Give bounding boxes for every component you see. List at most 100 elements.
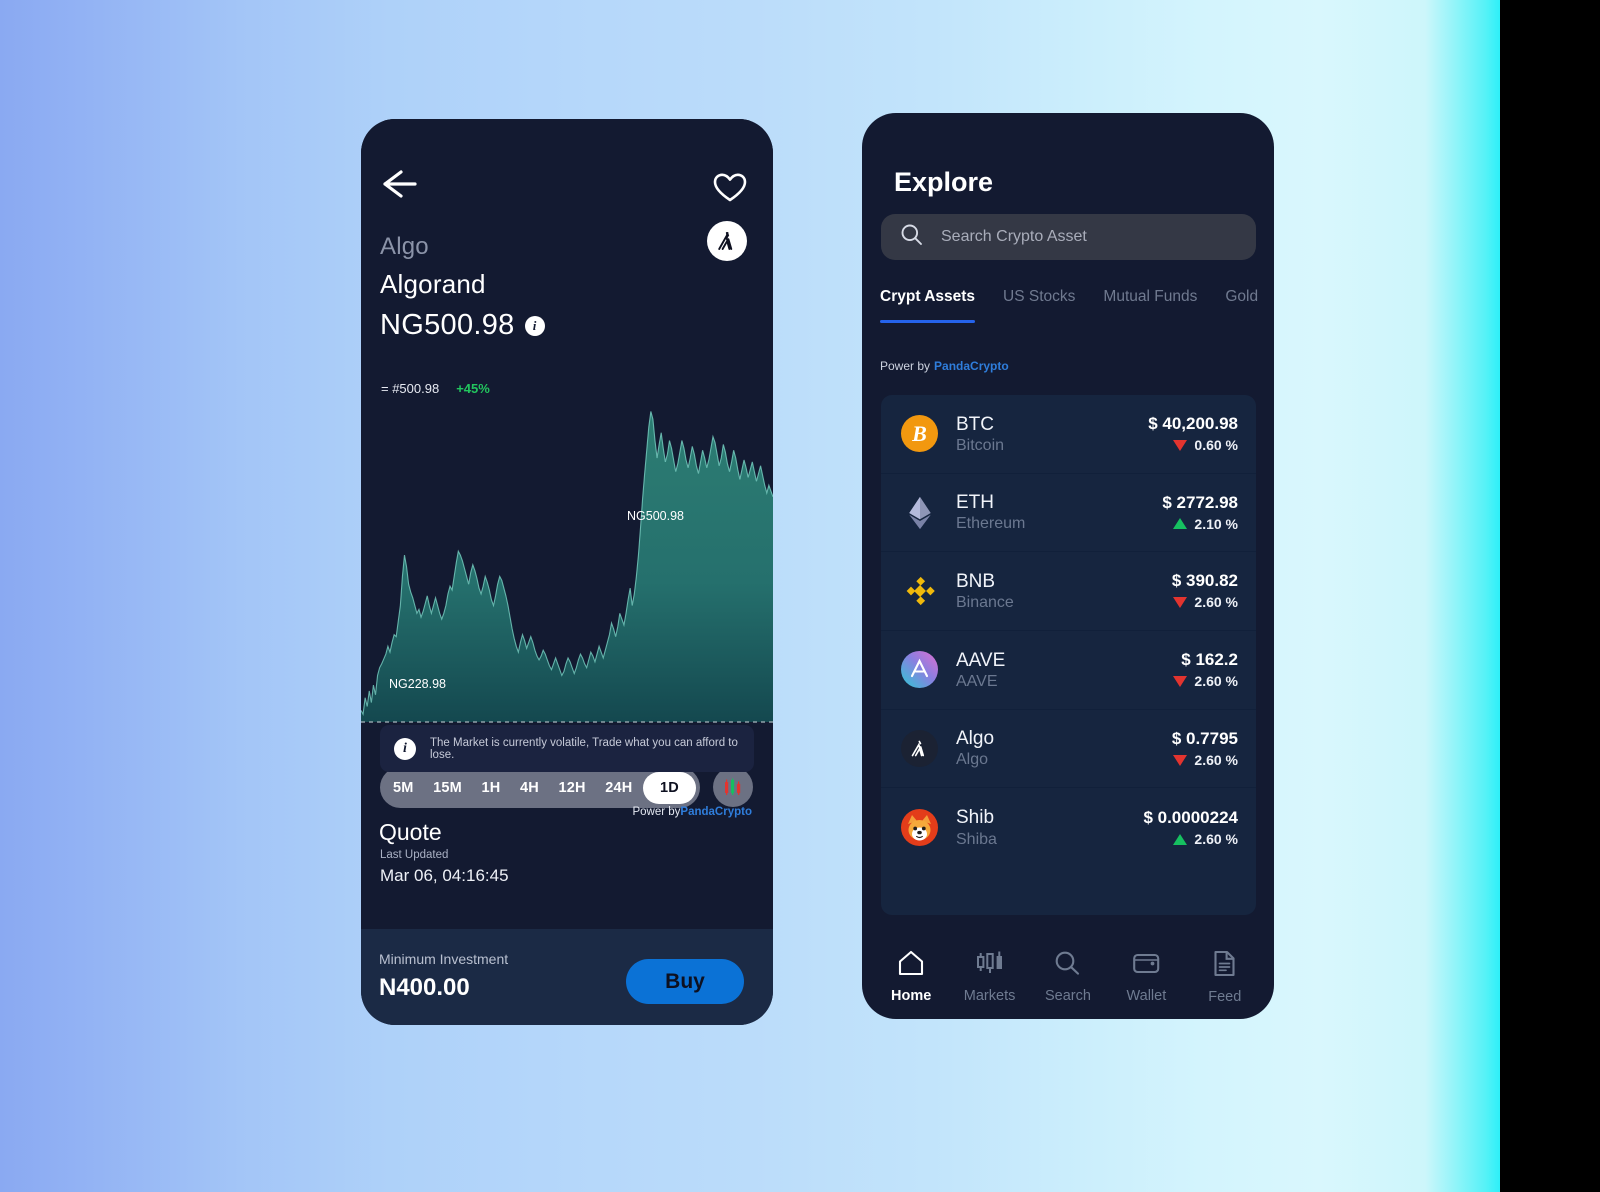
triangle-down-icon — [1173, 597, 1188, 609]
asset-quote: $ 162.2 2.60 % — [1173, 649, 1238, 691]
back-arrow-icon[interactable] — [381, 168, 421, 200]
buy-button[interactable]: Buy — [626, 959, 744, 1004]
asset-price: $ 40,200.98 — [1148, 413, 1238, 433]
timeframe-pill-12h[interactable]: 12H — [549, 773, 594, 803]
timeframe-pill-5m[interactable]: 5M — [384, 773, 423, 803]
asset-price: $ 0.0000224 — [1143, 807, 1238, 827]
bitcoin-icon: B — [901, 415, 938, 453]
info-icon[interactable]: i — [524, 315, 545, 336]
timeframe-pill-24h[interactable]: 24H — [596, 773, 641, 803]
phone-coin-detail: Algo Algorand NG500.98 i = #500.98 +45% — [361, 119, 773, 1025]
last-updated-label: Last Updated — [380, 849, 449, 861]
triangle-up-icon — [1173, 518, 1188, 530]
candlestick-icon — [975, 950, 1005, 981]
volatility-alert: i The Market is currently volatile, Trad… — [380, 725, 754, 772]
asset-row[interactable]: Shib Shiba $ 0.0000224 2.60 % — [881, 788, 1256, 867]
asset-row[interactable]: AAVE AAVE $ 162.2 2.60 % — [881, 631, 1256, 710]
shiba-icon — [901, 809, 938, 847]
asset-identity: ETH Ethereum — [956, 491, 1162, 534]
power-by-detail: Power byPandaCrypto — [632, 806, 752, 818]
nav-item-markets[interactable]: Markets — [957, 950, 1023, 1004]
asset-change-value: 2.10 % — [1194, 515, 1238, 532]
asset-row[interactable]: ETH Ethereum $ 2772.98 2.10 % — [881, 474, 1256, 553]
timeframe-pill-15m[interactable]: 15M — [424, 773, 471, 803]
asset-quote: $ 2772.98 2.10 % — [1162, 492, 1238, 534]
heart-icon[interactable] — [713, 173, 747, 203]
asset-name: AAVE — [956, 672, 998, 690]
price-row: NG500.98 i — [380, 309, 545, 342]
tab-us-stocks[interactable]: US Stocks — [1003, 288, 1075, 323]
tab-mutual-funds[interactable]: Mutual Funds — [1103, 288, 1197, 323]
asset-change: 2.10 % — [1162, 515, 1238, 534]
minimum-investment-value: N400.00 — [379, 974, 470, 1001]
asset-name: Binance — [956, 594, 1014, 612]
asset-change-value: 0.60 % — [1194, 436, 1238, 453]
asset-identity: BNB Binance — [956, 570, 1172, 613]
asset-quote: $ 390.82 2.60 % — [1172, 570, 1238, 612]
nav-item-wallet[interactable]: Wallet — [1113, 950, 1179, 1004]
asset-row[interactable]: B BTC Bitcoin $ 40,200.98 0.60 % — [881, 395, 1256, 474]
timeframe-pill-4h[interactable]: 4H — [511, 773, 548, 803]
asset-change-value: 2.60 % — [1194, 830, 1238, 847]
asset-name: Bitcoin — [956, 436, 1005, 454]
wallet-icon — [1132, 950, 1161, 981]
nav-label: Wallet — [1126, 988, 1167, 1004]
last-updated-value: Mar 06, 04:16:45 — [380, 866, 509, 885]
chart-high-label: NG500.98 — [627, 509, 684, 523]
screenshot-canvas: Algo Algorand NG500.98 i = #500.98 +45% — [0, 0, 1600, 1192]
triangle-down-icon — [1173, 754, 1188, 766]
asset-symbol: Algo — [956, 728, 995, 750]
detail-header-area: Algo Algorand NG500.98 i = #500.98 +45% — [361, 119, 773, 723]
asset-quote: $ 0.7795 2.60 % — [1172, 728, 1238, 770]
tab-crypt-assets[interactable]: Crypt Assets — [880, 288, 976, 323]
asset-name: Shiba — [956, 830, 997, 848]
nav-label: Home — [891, 988, 932, 1004]
power-by-explore: Power by PandaCrypto — [880, 359, 1009, 373]
chart-low-label: NG228.98 — [389, 677, 446, 691]
minimum-investment-label: Minimum Investment — [379, 951, 509, 967]
asset-change: 2.60 % — [1173, 672, 1238, 691]
asset-name: Algo — [956, 751, 989, 769]
timeframe-pill-1h[interactable]: 1H — [472, 773, 509, 803]
nav-item-home[interactable]: Home — [878, 950, 944, 1004]
asset-name: Ethereum — [956, 515, 1026, 533]
bottom-nav[interactable]: Home Markets Search Wallet Feed — [862, 935, 1274, 1019]
asset-identity: AAVE AAVE — [956, 649, 1173, 692]
asset-symbol: ETH — [956, 492, 994, 514]
asset-change: 2.60 % — [1143, 830, 1238, 849]
asset-change-value: 2.60 % — [1194, 594, 1238, 611]
triangle-down-icon — [1173, 439, 1188, 451]
power-by-brand[interactable]: PandaCrypto — [680, 806, 752, 818]
nav-item-search[interactable]: Search — [1035, 950, 1101, 1004]
feed-icon — [1212, 950, 1237, 982]
search-icon — [900, 223, 923, 251]
asset-quote: $ 0.0000224 2.60 % — [1143, 807, 1238, 849]
search-bar[interactable] — [881, 214, 1256, 260]
asset-price: $ 390.82 — [1171, 571, 1238, 591]
aave-icon — [901, 651, 938, 689]
algorand-logo-icon — [707, 221, 747, 261]
asset-symbol: BNB — [956, 570, 996, 592]
asset-change-value: 2.60 % — [1194, 751, 1238, 768]
power-by-brand[interactable]: PandaCrypto — [934, 359, 1009, 373]
candlestick-chart-icon[interactable] — [713, 767, 753, 807]
timeframe-selector[interactable]: 5M 15M 1H 4H 12H 24H 1D — [380, 767, 700, 808]
asset-symbol: BTC — [956, 413, 994, 435]
timeframe-pill-1d[interactable]: 1D — [643, 771, 696, 804]
tab-gold[interactable]: Gold — [1225, 288, 1258, 323]
triangle-up-icon — [1173, 833, 1188, 845]
asset-row[interactable]: Algo Algo $ 0.7795 2.60 % — [881, 710, 1256, 789]
nav-item-feed[interactable]: Feed — [1192, 950, 1258, 1005]
nav-label: Markets — [963, 988, 1016, 1004]
ethereum-icon — [901, 494, 938, 531]
asset-symbol: AAVE — [956, 649, 1006, 671]
power-by-label: Power by — [632, 806, 681, 818]
home-icon — [897, 950, 925, 981]
price-area-chart[interactable]: NG500.98 NG228.98 — [361, 384, 773, 727]
asset-change-value: 2.60 % — [1194, 672, 1238, 689]
asset-row[interactable]: BNB Binance $ 390.82 2.60 % — [881, 552, 1256, 632]
search-input[interactable] — [941, 228, 1221, 246]
asset-change: 2.60 % — [1172, 751, 1238, 770]
category-tabs[interactable]: Crypt Assets US Stocks Mutual Funds Gold — [880, 288, 1260, 323]
binance-icon — [901, 573, 938, 610]
